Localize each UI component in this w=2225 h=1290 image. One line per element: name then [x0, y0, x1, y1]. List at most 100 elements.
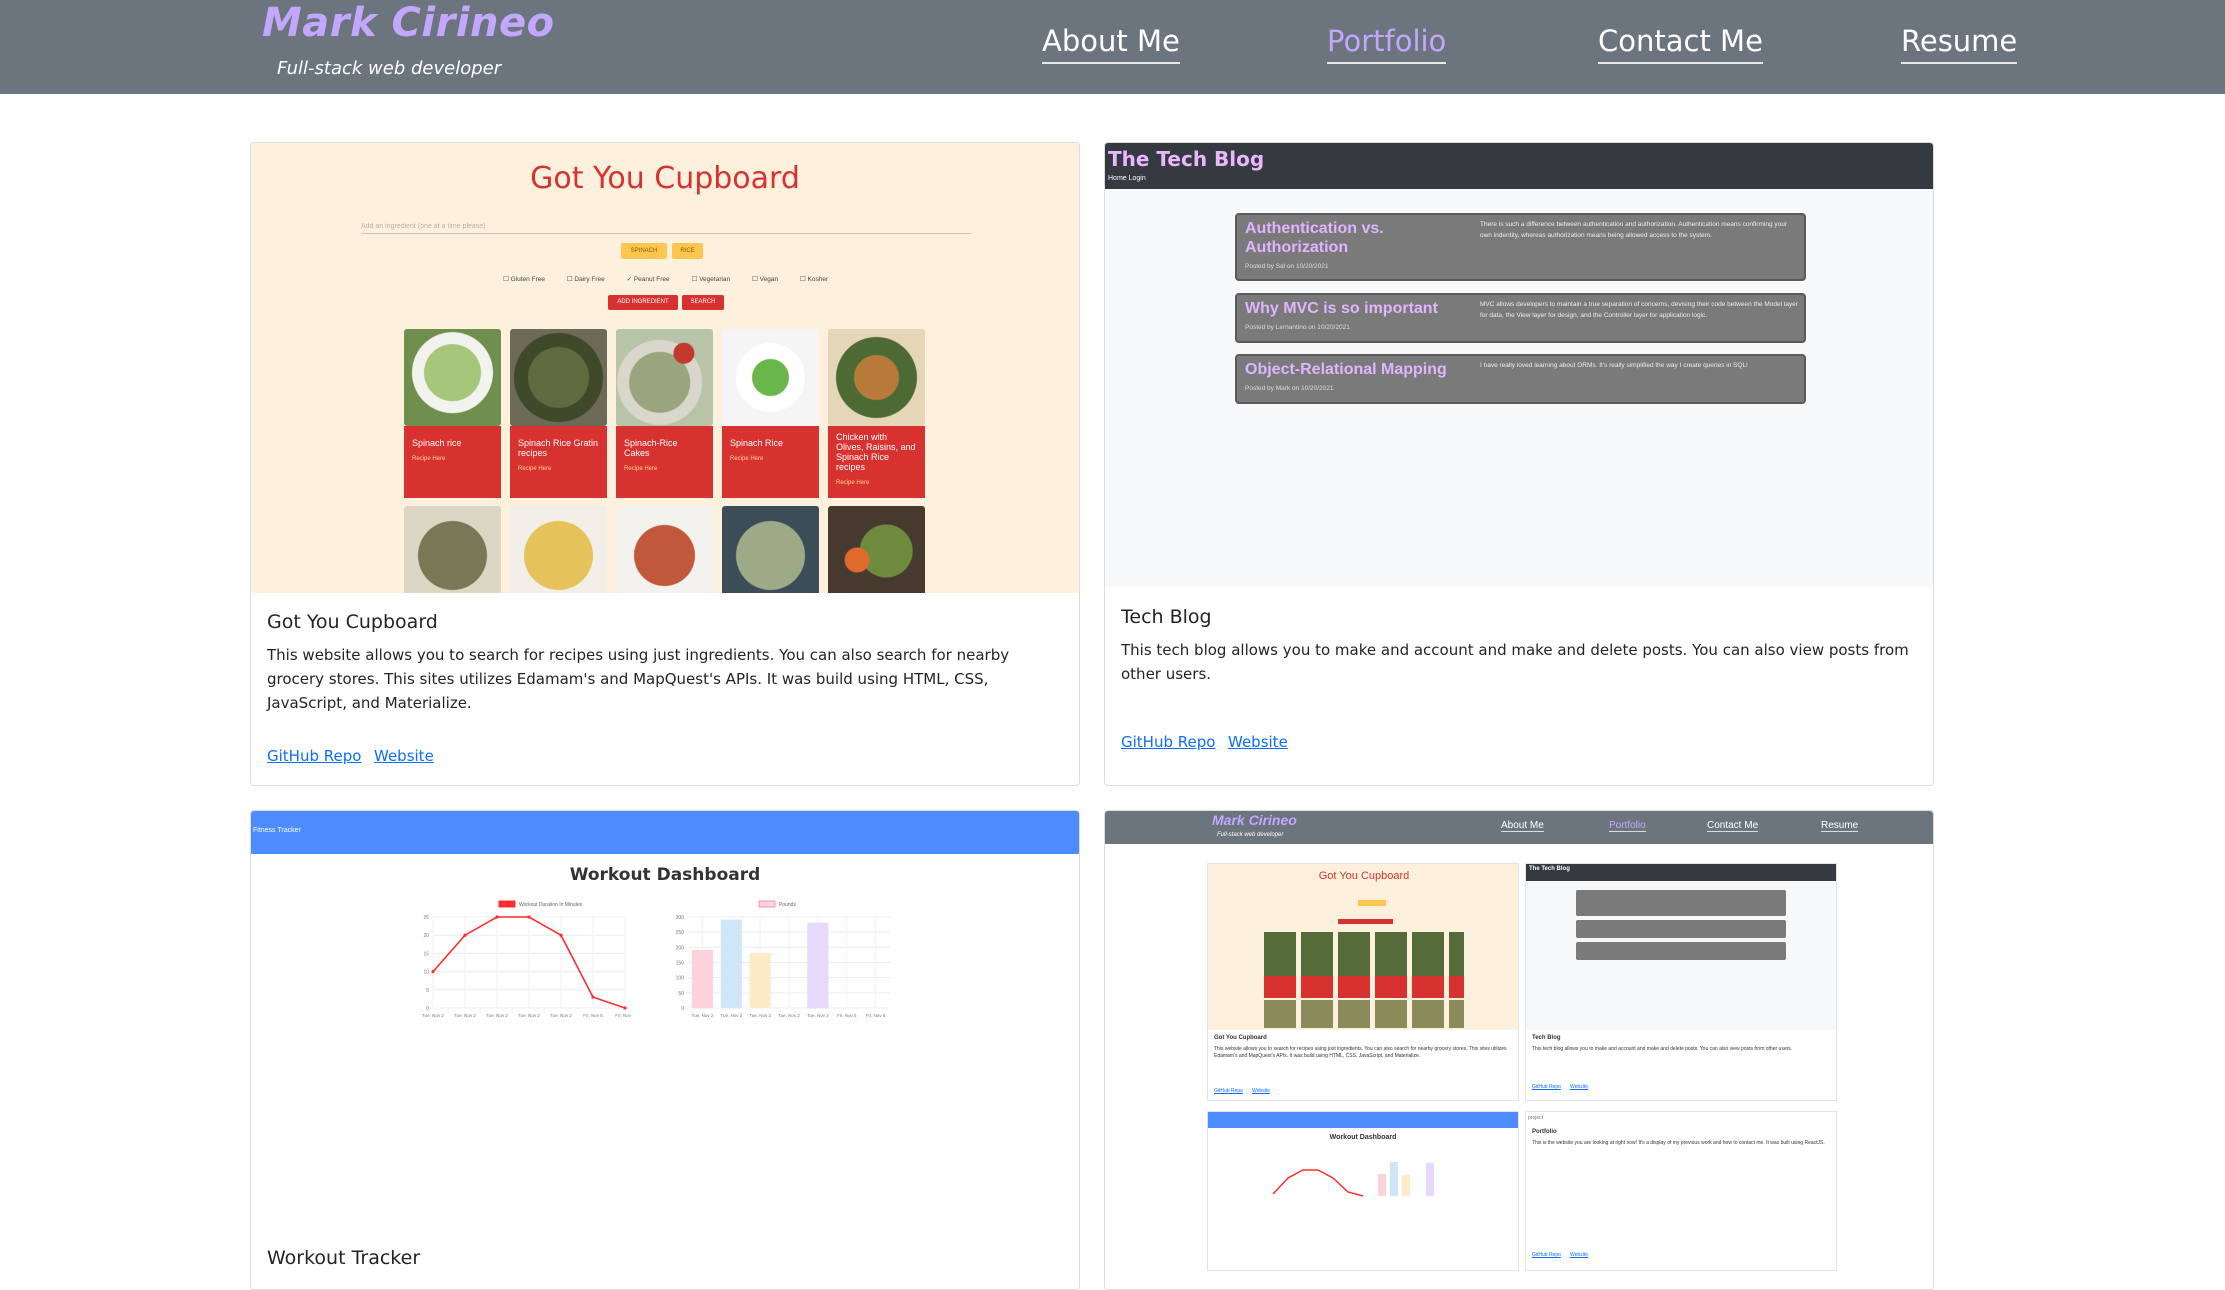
recipe-image [616, 329, 713, 426]
fitness-navbar: Fitness Tracker [251, 811, 1079, 854]
data-point [623, 1006, 627, 1010]
y-tick-label: 10 [423, 970, 429, 976]
recipe-image [510, 506, 607, 593]
recipe-image [404, 506, 501, 593]
nav-about-me[interactable]: About Me [1042, 24, 1180, 64]
legend-label: Pounds [779, 902, 796, 908]
recipe-image [722, 329, 819, 426]
post-title: Authentication vs. Authorization [1245, 220, 1384, 256]
project-screenshot[interactable]: Fitness Tracker Workout Dashboard 0 5 10 15… [251, 811, 1079, 1231]
x-tick-label: Tue, Nov 2 [778, 1013, 800, 1018]
mini-card-desc: This website allows you to search for re… [1214, 1046, 1507, 1059]
post-title: Object-Relational Mapping [1245, 361, 1447, 378]
filter-label: ☐ Dairy Free [566, 276, 605, 283]
y-tick-label: 50 [678, 991, 684, 997]
x-tick-label: Tue, Nov 2 [720, 1013, 742, 1018]
data-point [495, 915, 499, 919]
filter-label: ☐ Vegetarian [691, 276, 731, 283]
project-title: Workout Tracker [267, 1247, 421, 1269]
mini-card-desc: This is the website you are looking at r… [1532, 1140, 1825, 1146]
recipe-image [404, 329, 501, 426]
mini-nav-item: Resume [1821, 820, 1859, 832]
mini-card: project Portfolio This is the website yo… [1525, 1111, 1837, 1271]
data-point [591, 995, 595, 999]
post-body: MVC allows developers to maintain a true… [1480, 301, 1798, 319]
y-tick-label: 20 [423, 933, 429, 939]
mini-card-title: Tech Blog [1532, 1035, 1561, 1041]
mini-brand-tagline: Full-stack web developer [1217, 832, 1284, 838]
nav-contact-me[interactable]: Contact Me [1598, 24, 1763, 64]
data-point [559, 933, 563, 937]
ingredient-chip: SPINACH [621, 243, 667, 259]
mini-charts [1272, 1162, 1434, 1197]
project-screenshot[interactable]: Got You Cupboard Add an ingredient (one … [251, 143, 1079, 593]
y-tick-label: 250 [676, 930, 685, 936]
x-tick-label: Tue, Nov 2 [518, 1013, 540, 1018]
nav-portfolio[interactable]: Portfolio [1327, 24, 1447, 64]
x-tick-label: Tue, Nov 2 [807, 1013, 829, 1018]
y-tick-label: 150 [676, 961, 685, 967]
bar [749, 952, 771, 1009]
project-screenshot[interactable]: Mark Cirineo Full-stack web developer Ab… [1105, 811, 1933, 1271]
x-tick-label: Fri, Nov 5 [583, 1013, 603, 1018]
blog-navbar: The Tech Blog Home Login [1105, 143, 1933, 189]
nav-resume[interactable]: Resume [1901, 24, 2018, 64]
y-tick-label: 25 [423, 915, 429, 921]
mini-brand-name: Mark Cirineo [1212, 812, 1297, 828]
post-body: I have really loved learning about ORMs.… [1480, 362, 1748, 369]
filter-label: ✓ Peanut Free [626, 276, 670, 283]
mini-link: GitHub Repo [1214, 1088, 1243, 1094]
website-link[interactable]: Website [374, 747, 434, 765]
y-tick-label: 300 [676, 915, 685, 921]
project-description: This website allows you to search for re… [267, 646, 1010, 712]
y-tick-label: 0 [426, 1006, 429, 1012]
y-tick-label: 100 [676, 976, 685, 982]
fitness-title: Fitness Tracker [253, 827, 301, 834]
legend-label: Workout Duration In Minutes [519, 902, 583, 908]
ingredient-chip: RICE [672, 243, 703, 259]
mini-card-title: Workout Dashboard [1329, 1134, 1397, 1141]
mini-link: GitHub Repo [1532, 1084, 1561, 1090]
filter-label: ☐ Vegan [751, 276, 779, 283]
project-screenshot[interactable]: The Tech Blog Home Login Authentication … [1105, 143, 1933, 587]
filter-label: ☐ Gluten Free [503, 276, 545, 283]
blog-post: Authentication vs. Authorization Posted … [1235, 213, 1806, 281]
data-point [431, 970, 435, 974]
x-tick-label: Tue, Nov 2 [550, 1013, 572, 1018]
dashboard-title: Workout Dashboard [569, 865, 761, 885]
add-ingredient-button: ADD INGREDIENT [608, 295, 678, 310]
brand-name[interactable]: Mark Cirineo [262, 0, 555, 46]
filter-label: ☐ Kosher [799, 276, 829, 283]
duration-line-chart: 0 5 10 15 20 25 Tue, Nov 2 Tue, Nov 2 Tue, Nov 2… [422, 900, 631, 1018]
mini-blog-preview: The Tech Blog [1526, 864, 1836, 1030]
project-title: Tech Blog [1121, 606, 1212, 628]
mini-link: Website [1570, 1252, 1588, 1258]
diet-filters: ☐ Gluten Free ☐ Dairy Free ✓ Peanut Free… [503, 275, 848, 283]
mini-card-desc: This tech blog allows you to make and ac… [1532, 1046, 1793, 1052]
blog-nav-links: Home Login [1108, 175, 1146, 182]
github-repo-link[interactable]: GitHub Repo [1121, 733, 1215, 751]
website-link[interactable]: Website [1228, 733, 1288, 751]
data-point [463, 933, 467, 937]
y-tick-label: 15 [423, 951, 429, 957]
project-card-workout-tracker: Fitness Tracker Workout Dashboard 0 5 10 15… [250, 810, 1080, 1290]
project-card-portfolio: Mark Cirineo Full-stack web developer Ab… [1104, 810, 1934, 1290]
post-meta: Posted by Sal on 10/20/2021 [1245, 263, 1329, 270]
broken-image-alt: project [1528, 1115, 1544, 1121]
bar [691, 949, 714, 1009]
x-tick-label: Tue, Nov 2 [454, 1013, 476, 1018]
mini-nav-item: Contact Me [1707, 820, 1759, 832]
x-tick-label: Fri, Nov 5 [866, 1013, 886, 1018]
github-repo-link[interactable]: GitHub Repo [267, 747, 361, 765]
mini-card-title: Got You Cupboard [1214, 1035, 1267, 1041]
blog-post: Why MVC is so important Posted by Lernan… [1235, 293, 1806, 343]
recipe-caption: Spinach rice Recipe Here [404, 426, 501, 498]
screenshot-title: Got You Cupboard [530, 161, 800, 196]
y-tick-label: 0 [681, 1006, 684, 1012]
mini-link: Website [1252, 1088, 1270, 1094]
mini-card-title: Portfolio [1532, 1129, 1557, 1135]
bar [807, 922, 829, 1009]
recipe-caption: Spinach Rice Recipe Here [722, 426, 819, 498]
x-tick-label: Fri, Nov 5 [837, 1013, 857, 1018]
recipe-image [616, 506, 713, 593]
